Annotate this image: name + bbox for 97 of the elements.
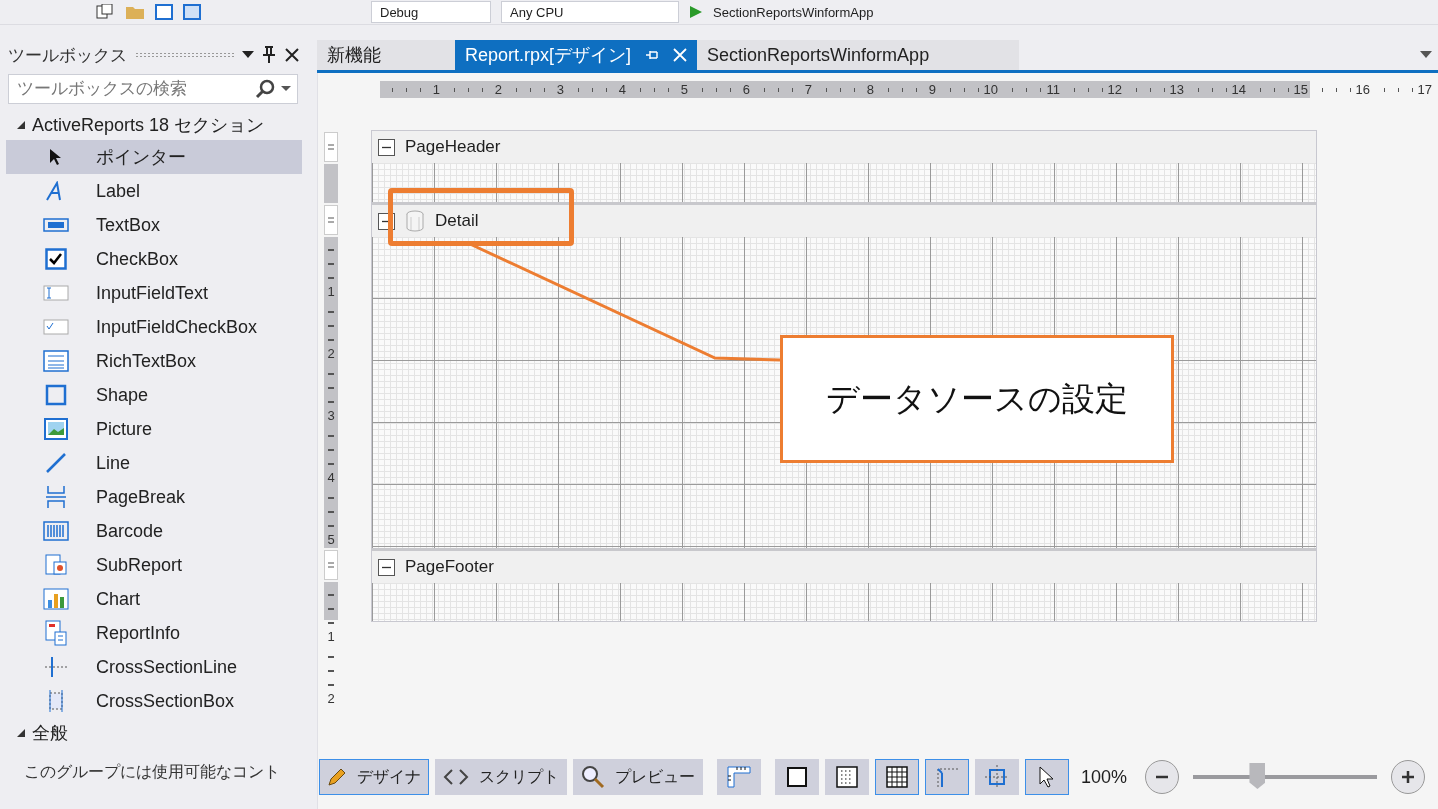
collapse-icon[interactable] bbox=[378, 138, 395, 156]
text-field-icon bbox=[43, 285, 69, 301]
grid-icon bbox=[886, 766, 908, 788]
code-brackets-icon bbox=[443, 768, 469, 786]
callout: データソースの設定 bbox=[780, 335, 1174, 463]
cross-line-icon bbox=[44, 656, 68, 678]
section-name: PageFooter bbox=[405, 557, 494, 577]
toolbox-item[interactable]: TextBox bbox=[6, 208, 302, 242]
toolbox-item[interactable]: Label bbox=[6, 174, 302, 208]
toolbox-item[interactable]: ポインター bbox=[6, 140, 302, 174]
document-tab[interactable]: SectionReportsWinformApp bbox=[697, 40, 1020, 70]
ruler-icon bbox=[726, 765, 752, 789]
section-name: PageHeader bbox=[405, 137, 501, 157]
expanded-arrow-icon[interactable] bbox=[16, 728, 26, 738]
toolbar-toggle[interactable] bbox=[825, 759, 869, 795]
bar-chart-icon bbox=[43, 588, 69, 610]
pencil-icon bbox=[327, 767, 347, 787]
toolbox-item[interactable]: Line bbox=[6, 446, 302, 480]
group-header[interactable]: 全般 bbox=[32, 721, 68, 745]
view-tab[interactable]: デザイナ bbox=[319, 759, 429, 795]
dropdown-caret-icon[interactable] bbox=[242, 51, 254, 59]
ruler-segment bbox=[324, 164, 338, 203]
snap-lines-icon bbox=[934, 765, 960, 789]
checkbox-icon bbox=[45, 248, 67, 270]
close-icon[interactable] bbox=[284, 47, 300, 63]
toolbox-item[interactable]: RichTextBox bbox=[6, 344, 302, 378]
subreport-icon bbox=[44, 553, 68, 577]
view-tab[interactable]: スクリプト bbox=[435, 759, 567, 795]
tab-list-caret-icon[interactable] bbox=[1420, 51, 1432, 59]
section-name: Detail bbox=[435, 211, 479, 231]
snap-grid-icon bbox=[984, 764, 1010, 790]
toolbar-toggle[interactable] bbox=[875, 759, 919, 795]
cursor-arrow-icon bbox=[49, 148, 63, 166]
document-tab[interactable]: 新機能 bbox=[317, 40, 455, 70]
toolbar-toggle[interactable] bbox=[717, 759, 761, 795]
toolbar-toggle[interactable] bbox=[975, 759, 1019, 795]
platform-dropdown[interactable]: Any CPU bbox=[501, 1, 679, 23]
toolbox-item[interactable]: Shape bbox=[6, 378, 302, 412]
page-break-icon bbox=[45, 485, 67, 509]
report-info-icon bbox=[44, 620, 68, 646]
square-icon bbox=[45, 384, 67, 406]
toolbox-item[interactable]: CheckBox bbox=[6, 242, 302, 276]
check-field-icon bbox=[43, 319, 69, 335]
ruler-grip[interactable] bbox=[324, 132, 338, 162]
textbox-icon bbox=[43, 218, 69, 232]
plus-icon bbox=[1401, 770, 1416, 784]
play-icon[interactable] bbox=[689, 5, 703, 19]
toolbox-item[interactable]: PageBreak bbox=[6, 480, 302, 514]
search-field[interactable]: ツールボックスの検索 bbox=[8, 74, 298, 104]
toolbox-item[interactable]: InputFieldCheckBox bbox=[6, 310, 302, 344]
ruler-segment: 1 2 3 4 5 bbox=[324, 237, 338, 548]
panel-title: ツールボックス bbox=[8, 44, 127, 67]
rich-text-icon bbox=[43, 350, 69, 372]
barcode-icon bbox=[43, 521, 69, 541]
start-project-label[interactable]: SectionReportsWinformApp bbox=[713, 4, 874, 20]
grip-icon bbox=[328, 216, 334, 224]
toolbox-item[interactable]: CrossSectionBox bbox=[6, 684, 302, 718]
toolbox-item[interactable]: SubReport bbox=[6, 548, 302, 582]
toolbar-toggle[interactable] bbox=[775, 759, 819, 795]
group-header[interactable]: ActiveReports 18 セクション bbox=[32, 113, 265, 137]
slider-thumb[interactable] bbox=[1249, 763, 1266, 789]
search-icon bbox=[255, 79, 275, 99]
view-tab[interactable]: プレビュー bbox=[573, 759, 703, 795]
grip-icon bbox=[328, 143, 334, 151]
zoom-in-button[interactable] bbox=[1391, 760, 1426, 794]
ruler-grip[interactable] bbox=[324, 205, 338, 235]
diagonal-line-icon bbox=[45, 452, 67, 474]
ruler-segment: 1 2 bbox=[324, 582, 338, 706]
save-icon[interactable] bbox=[155, 4, 173, 20]
configuration-dropdown[interactable]: Debug bbox=[371, 1, 491, 23]
dropdown-caret-icon[interactable] bbox=[281, 86, 291, 92]
toolbar-toggle[interactable] bbox=[925, 759, 969, 795]
dot-grid-icon bbox=[836, 766, 858, 788]
save-all-icon[interactable] bbox=[183, 4, 201, 20]
ruler-grip[interactable] bbox=[324, 550, 338, 580]
magnifier-icon bbox=[581, 765, 605, 789]
toolbox-item[interactable]: Barcode bbox=[6, 514, 302, 548]
empty-group-message: このグループには使用可能なコント bbox=[23, 762, 281, 782]
toolbox-item[interactable]: Chart bbox=[6, 582, 302, 616]
collapse-icon[interactable] bbox=[378, 558, 395, 576]
expanded-arrow-icon[interactable] bbox=[16, 120, 26, 130]
grip-icon bbox=[328, 561, 334, 569]
image-icon bbox=[44, 418, 68, 440]
minus-icon bbox=[1155, 775, 1170, 779]
toolbox-item[interactable]: InputFieldText bbox=[6, 276, 302, 310]
toolbox-item[interactable]: CrossSectionLine bbox=[6, 650, 302, 684]
database-icon bbox=[405, 210, 425, 232]
horizontal-ruler: 1 2 3 4 5 6 7 8 9 10 11 12 13 14 15 16 17 bbox=[380, 81, 1438, 98]
square-icon bbox=[786, 766, 808, 788]
cursor-arrow-icon bbox=[1039, 766, 1055, 788]
toolbox-item[interactable]: ReportInfo bbox=[6, 616, 302, 650]
toolbox-item[interactable]: Picture bbox=[6, 412, 302, 446]
pin-icon[interactable] bbox=[262, 46, 276, 64]
zoom-out-button[interactable] bbox=[1145, 760, 1180, 794]
zoom-percent: 100% bbox=[1081, 766, 1128, 788]
toolbar-toggle[interactable] bbox=[1025, 759, 1069, 795]
copy-icon[interactable] bbox=[95, 4, 115, 20]
